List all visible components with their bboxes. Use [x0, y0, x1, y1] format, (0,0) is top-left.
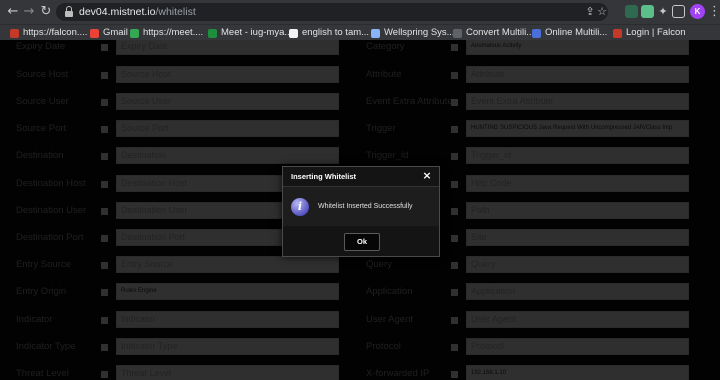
- star-icon[interactable]: ☆: [594, 4, 610, 20]
- bookmark-item[interactable]: Login | Falcon: [613, 26, 686, 40]
- bookmark-favicon-icon: [289, 28, 298, 38]
- ok-button[interactable]: Ok: [344, 233, 380, 251]
- bookmark-favicon-icon: [10, 28, 19, 38]
- bookmark-item[interactable]: https://falcon....: [10, 26, 87, 40]
- bookmark-label: Login | Falcon: [626, 27, 686, 38]
- bookmark-label: english to tam...: [302, 27, 370, 38]
- address-bar[interactable]: dev04.mistnet.io/whitelist ⇪ ☆: [56, 3, 608, 21]
- bookmark-label: https://meet....: [143, 27, 204, 38]
- bookmark-favicon-icon: [90, 28, 99, 38]
- bookmark-favicon-icon: [371, 28, 380, 38]
- dialog-message: Whitelist Inserted Successfully: [318, 203, 413, 210]
- info-icon: i: [291, 198, 309, 216]
- close-icon[interactable]: ×: [421, 170, 433, 182]
- bookmark-favicon-icon: [532, 28, 541, 38]
- lock-icon: [65, 6, 73, 18]
- bookmark-label: Wellspring Sys...: [384, 27, 455, 38]
- extensions-puzzle-icon[interactable]: ✦: [655, 4, 671, 20]
- bookmark-favicon-icon: [613, 28, 622, 38]
- browser-chrome: ← → ↻ dev04.mistnet.io/whitelist ⇪ ☆ ✦ K…: [0, 0, 720, 40]
- bookmark-label: Gmail: [103, 27, 128, 38]
- profile-avatar[interactable]: K: [690, 4, 705, 19]
- forward-arrow-icon[interactable]: →: [20, 3, 38, 21]
- bookmark-label: https://falcon....: [23, 27, 88, 38]
- dialog-title: Inserting Whitelist: [291, 172, 357, 181]
- extension-icon-1[interactable]: [625, 5, 638, 18]
- success-dialog: Inserting Whitelist × i Whitelist Insert…: [282, 166, 440, 257]
- bookmark-label: Meet - iug-mya...: [221, 27, 293, 38]
- browser-menu-icon[interactable]: ⋮: [708, 3, 720, 21]
- bookmark-label: Online Multili...: [545, 27, 608, 38]
- dialog-header: Inserting Whitelist ×: [283, 167, 439, 187]
- bookmark-favicon-icon: [208, 28, 217, 38]
- bookmark-item[interactable]: english to tam...: [289, 26, 369, 40]
- bookmark-favicon-icon: [130, 28, 139, 38]
- browser-toolbar: ← → ↻ dev04.mistnet.io/whitelist ⇪ ☆ ✦ K…: [0, 0, 720, 24]
- bookmark-item[interactable]: Wellspring Sys...: [371, 26, 455, 40]
- url-text[interactable]: dev04.mistnet.io/whitelist: [79, 5, 196, 19]
- bookmark-item[interactable]: https://meet....: [130, 26, 203, 40]
- bookmark-item[interactable]: Convert Multili...: [453, 26, 534, 40]
- side-panel-icon[interactable]: [672, 5, 685, 18]
- reload-icon[interactable]: ↻: [37, 3, 55, 21]
- dialog-footer: Ok: [283, 226, 439, 256]
- bookmark-item[interactable]: Gmail: [90, 26, 128, 40]
- bookmark-label: Convert Multili...: [466, 27, 535, 38]
- extension-icon-2[interactable]: [641, 5, 654, 18]
- bookmarks-bar: https://falcon.... Gmail https://meet.... M…: [0, 24, 720, 40]
- bookmark-favicon-icon: [453, 28, 462, 38]
- bookmark-item[interactable]: Online Multili...: [532, 26, 607, 40]
- bookmark-item[interactable]: Meet - iug-mya...: [208, 26, 292, 40]
